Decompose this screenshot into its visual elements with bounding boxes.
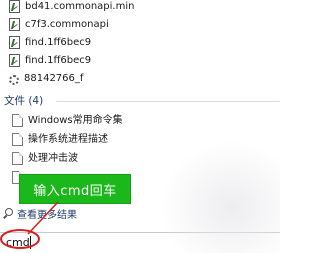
program-result-label: bd41.commonapi.min [25, 1, 135, 12]
script-file-icon [9, 54, 20, 67]
document-icon [12, 152, 23, 165]
program-result-label: c7f3.commonapi [25, 19, 109, 30]
file-result-label: 处理冲击波 [28, 153, 78, 164]
file-result-item[interactable]: Windows常用命令集 [12, 112, 123, 129]
files-section-header[interactable]: 文件 (4) [4, 93, 43, 108]
gear-icon [9, 74, 19, 85]
file-result-label: 操作系统进程描述 [28, 134, 108, 145]
file-result-item[interactable]: 操作系统进程描述 [12, 131, 108, 148]
start-menu-search-results: bd41.commonapi.min c7f3.commonapi find.1… [0, 0, 280, 253]
script-file-icon [9, 36, 20, 49]
program-result-item[interactable]: find.1ff6bec9 [9, 34, 91, 51]
program-result-label: find.1ff6bec9 [25, 37, 92, 48]
program-result-item[interactable]: bd41.commonapi.min [9, 0, 134, 15]
program-result-label: find.1ff6bec9 [25, 55, 92, 66]
program-result-item[interactable]: c7f3.commonapi [9, 16, 109, 33]
program-result-item[interactable]: find.1ff6bec9 [9, 52, 91, 69]
file-result-label: Windows常用命令集 [28, 115, 123, 126]
see-more-results-link[interactable]: 查看更多结果 [3, 205, 77, 221]
script-file-icon [9, 0, 20, 13]
annotation-callout: 输入cmd回车 [19, 174, 131, 204]
section-divider [56, 101, 280, 102]
see-more-label: 查看更多结果 [17, 209, 77, 221]
document-icon [12, 133, 23, 146]
program-result-label: 88142766_f [24, 73, 84, 84]
search-input[interactable]: cmd [0, 232, 280, 253]
script-file-icon [9, 18, 20, 31]
document-icon [12, 114, 23, 127]
annotation-highlight-circle [0, 229, 40, 249]
file-result-item[interactable]: 处理冲击波 [12, 150, 78, 167]
program-result-item[interactable]: 88142766_f [9, 70, 83, 87]
search-icon [3, 207, 13, 219]
